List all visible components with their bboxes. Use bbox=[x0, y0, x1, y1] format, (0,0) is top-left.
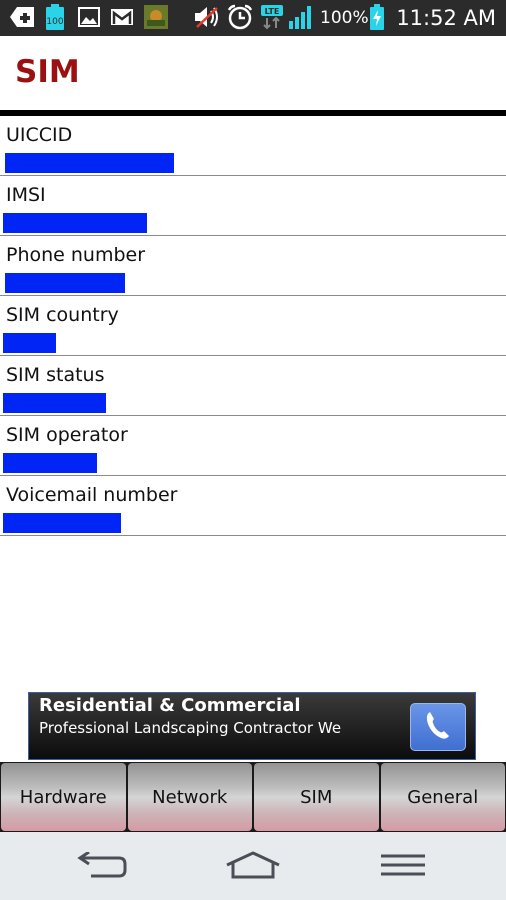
mute-icon bbox=[192, 5, 222, 29]
alarm-icon bbox=[226, 4, 254, 30]
redacted-value bbox=[5, 153, 174, 173]
battery-saver-100-icon: 100 bbox=[44, 4, 66, 30]
tab-network[interactable]: Network bbox=[127, 763, 252, 831]
status-bar: 100 LTE 100% 11:52 AM bbox=[0, 0, 506, 36]
bottom-tab-bar: Hardware Network SIM General bbox=[0, 762, 506, 832]
gallery-icon bbox=[77, 5, 101, 29]
redacted-value bbox=[3, 513, 121, 533]
app-header: SIM bbox=[0, 36, 506, 110]
ad-title: Residential & Commercial bbox=[39, 695, 301, 716]
page-title: SIM bbox=[15, 54, 80, 90]
gmail-icon bbox=[110, 5, 134, 29]
clock: 11:52 AM bbox=[396, 6, 496, 30]
redacted-value bbox=[3, 213, 147, 233]
redacted-value bbox=[5, 273, 125, 293]
system-nav-bar bbox=[0, 832, 506, 900]
tab-general[interactable]: General bbox=[380, 763, 505, 831]
info-row-sim-country: SIM country bbox=[0, 296, 506, 356]
ad-call-button[interactable] bbox=[410, 703, 466, 751]
info-label: IMSI bbox=[6, 184, 46, 206]
back-button[interactable] bbox=[73, 850, 133, 884]
back-icon bbox=[77, 850, 129, 882]
info-row-voicemail-number: Voicemail number bbox=[0, 476, 506, 536]
lte-icon: LTE bbox=[260, 5, 284, 30]
menu-button[interactable] bbox=[373, 850, 433, 884]
info-label: UICCID bbox=[6, 124, 73, 146]
app-thumbnail-icon bbox=[143, 5, 169, 29]
info-label: SIM country bbox=[6, 304, 119, 326]
info-row-uiccid: UICCID bbox=[0, 116, 506, 176]
info-row-phone-number: Phone number bbox=[0, 236, 506, 296]
info-label: SIM operator bbox=[6, 424, 128, 446]
phone-icon bbox=[423, 709, 453, 745]
info-label: Phone number bbox=[6, 244, 146, 266]
menu-icon bbox=[380, 853, 426, 881]
info-row-sim-status: SIM status bbox=[0, 356, 506, 416]
redacted-value bbox=[3, 453, 97, 473]
redacted-value bbox=[3, 333, 56, 353]
battery-charging-icon bbox=[368, 4, 386, 30]
battery-percent: 100% bbox=[320, 8, 369, 28]
tab-hardware[interactable]: Hardware bbox=[1, 763, 126, 831]
redacted-value bbox=[3, 393, 106, 413]
svg-text:100: 100 bbox=[46, 17, 63, 27]
ad-subtitle: Professional Landscaping Contractor We bbox=[39, 719, 342, 737]
sim-info-list: UICCID IMSI Phone number SIM country SIM… bbox=[0, 116, 506, 536]
svg-text:LTE: LTE bbox=[265, 7, 280, 16]
signal-icon bbox=[287, 5, 315, 29]
info-row-sim-operator: SIM operator bbox=[0, 416, 506, 476]
tab-sim[interactable]: SIM bbox=[254, 763, 379, 831]
home-button[interactable] bbox=[223, 850, 283, 884]
info-label: SIM status bbox=[6, 364, 105, 386]
home-icon bbox=[225, 851, 281, 883]
info-row-imsi: IMSI bbox=[0, 176, 506, 236]
add-icon bbox=[8, 5, 36, 29]
ad-banner[interactable]: Residential & Commercial Professional La… bbox=[28, 692, 476, 760]
info-label: Voicemail number bbox=[6, 484, 178, 506]
